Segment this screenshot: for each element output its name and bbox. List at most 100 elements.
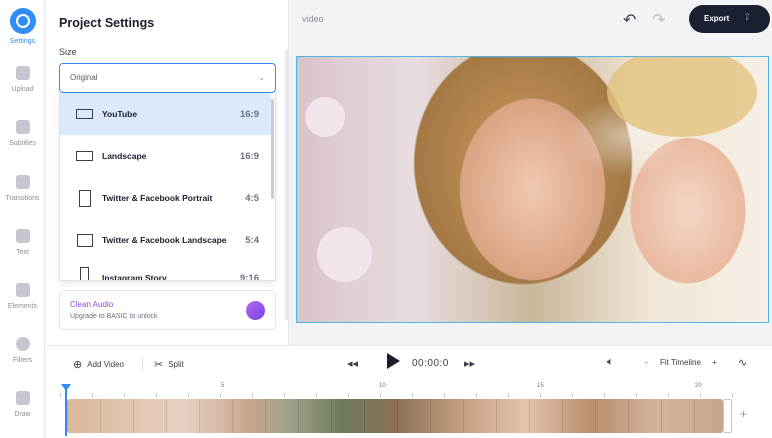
sidebar-item-label: Transitions	[5, 195, 40, 202]
ruler-tick-label: 15	[537, 383, 544, 389]
size-option-twitter-facebook-landscape[interactable]: Twitter & Facebook Landscape 5:4	[60, 219, 271, 261]
scissors-icon: ✂	[154, 359, 164, 371]
size-option-name: Landscape	[102, 151, 147, 161]
add-circle-icon: ⊕	[73, 359, 83, 371]
preview-image-detail	[607, 57, 757, 137]
sidebar-item-label: Settings	[9, 38, 36, 45]
size-option-youtube[interactable]: YouTube 16:9	[60, 93, 271, 135]
left-sidebar: Settings Upload Subtitles Transitions Te…	[0, 0, 45, 438]
play-button[interactable]	[387, 353, 400, 369]
subtitles-icon	[15, 120, 30, 134]
add-video-label: Add Video	[87, 360, 124, 369]
add-video-button[interactable]: ⊕ Add Video	[73, 358, 124, 371]
chevron-down-icon: ⌄	[258, 73, 265, 82]
export-button[interactable]: Export ⇪	[689, 5, 770, 33]
timeline-ruler	[60, 393, 760, 397]
split-button[interactable]: ✂ Split	[154, 358, 184, 371]
project-name[interactable]: video	[302, 14, 324, 24]
landscape-frame-icon	[76, 109, 93, 119]
size-option-name: YouTube	[102, 109, 138, 119]
current-time: 00:00:0	[412, 358, 449, 369]
fast-forward-icon: ▸▸	[464, 358, 476, 370]
sidebar-item-subtitles[interactable]: Subtitles	[0, 112, 45, 162]
size-option-ratio: 16:9	[239, 108, 259, 120]
size-option-ratio: 4:5	[245, 192, 259, 204]
sidebar-item-transitions[interactable]: Transitions	[0, 167, 45, 217]
clean-audio-subtitle: Upgrade to BASIC to unlock	[70, 313, 158, 320]
size-option-ratio: 9:16	[239, 273, 259, 281]
size-option-name: Instagram Story	[102, 273, 167, 281]
elements-icon	[15, 283, 30, 297]
clip-trim-handle[interactable]	[723, 399, 732, 433]
preview-image-detail	[317, 227, 372, 282]
landscape-frame-icon	[76, 151, 93, 161]
sidebar-item-label: Subtitles	[9, 140, 36, 147]
sidebar-item-filters[interactable]: Filters	[0, 329, 45, 379]
size-dropdown[interactable]: Original ⌄	[59, 63, 276, 93]
sidebar-item-label: Upload	[11, 86, 34, 93]
fast-forward-button[interactable]: ▸▸	[464, 357, 475, 370]
sidebar-item-label: Filters	[12, 357, 33, 364]
ruler-tick-label: 20	[695, 383, 702, 389]
clean-audio-card[interactable]: Clean Audio Upgrade to BASIC to unlock	[59, 290, 276, 330]
zoom-out-label: -	[645, 358, 648, 367]
add-clip-button[interactable]: +	[740, 407, 747, 421]
split-label: Split	[168, 360, 184, 369]
text-icon	[15, 229, 30, 243]
pen-icon	[15, 391, 30, 405]
plus-icon	[15, 66, 30, 80]
size-option-ratio: 16:9	[239, 150, 259, 162]
video-preview-canvas[interactable]	[296, 56, 769, 323]
ruler-tick-label: 5	[221, 383, 225, 389]
project-settings-panel: Project Settings Size Original ⌄ YouTube…	[46, 0, 289, 345]
upload-icon: ⇪	[743, 12, 752, 23]
waveform-toggle[interactable]: ∿	[738, 356, 747, 369]
filters-icon	[15, 337, 30, 351]
top-bar: video ↶ ↷ Export ⇪	[290, 0, 772, 45]
dropdown-scrollbar[interactable]	[271, 99, 274, 199]
volume-icon: 🔈︎	[607, 356, 614, 368]
undo-icon[interactable]: ↶	[623, 10, 636, 30]
portrait-frame-icon	[80, 267, 89, 280]
export-label: Export	[704, 14, 730, 23]
sidebar-item-elements[interactable]: Elements	[0, 275, 45, 325]
sidebar-item-upload[interactable]: Upload	[0, 58, 45, 108]
size-option-landscape[interactable]: Landscape 16:9	[60, 135, 271, 177]
sidebar-item-label: Draw	[14, 411, 31, 418]
size-selected-value: Original	[70, 73, 98, 82]
sidebar-item-label: Text	[16, 249, 29, 256]
transitions-icon	[15, 175, 30, 189]
zoom-out-button[interactable]: -	[645, 358, 648, 367]
size-option-instagram-story[interactable]: Instagram Story 9:16	[60, 259, 271, 281]
size-options-list: YouTube 16:9 Landscape 16:9 Twitter & Fa…	[59, 93, 276, 281]
zoom-in-button[interactable]: +	[712, 358, 717, 367]
fit-timeline-button[interactable]: Fit Timeline	[660, 358, 701, 367]
panel-scrollbar[interactable]	[285, 50, 288, 320]
video-clip-strip[interactable]	[67, 399, 723, 433]
upgrade-badge-icon	[246, 301, 265, 320]
size-option-name: Twitter & Facebook Portrait	[102, 193, 213, 203]
waveform-icon: ∿	[738, 357, 748, 369]
size-option-name: Twitter & Facebook Landscape	[102, 235, 227, 245]
size-option-ratio: 5:4	[245, 234, 259, 246]
zoom-in-label: +	[712, 358, 717, 367]
portrait-frame-icon	[79, 189, 91, 207]
sidebar-item-draw[interactable]: Draw	[0, 383, 45, 433]
preview-image-detail	[305, 97, 345, 137]
size-label: Size	[59, 47, 77, 57]
size-option-twitter-facebook-portrait[interactable]: Twitter & Facebook Portrait 4:5	[60, 177, 271, 219]
rewind-button[interactable]: ◂◂	[347, 357, 358, 370]
panel-title: Project Settings	[59, 16, 155, 30]
ruler-tick-label: 10	[379, 383, 386, 389]
landscape-frame-icon	[77, 233, 93, 247]
gear-icon	[9, 8, 36, 34]
volume-button[interactable]: 🔈︎	[607, 356, 614, 369]
sidebar-item-text[interactable]: Text	[0, 221, 45, 271]
divider	[142, 358, 143, 370]
fit-timeline-label: Fit Timeline	[660, 358, 701, 367]
sidebar-item-label: Elements	[7, 303, 38, 310]
sidebar-item-settings[interactable]: Settings	[0, 4, 45, 54]
timeline: 5 10 15 20 +	[46, 381, 772, 438]
player-controls: ⊕ Add Video ✂ Split ◂◂ 00:00:0 ▸▸ 🔈︎ - F…	[46, 345, 772, 381]
redo-icon[interactable]: ↷	[652, 10, 665, 30]
